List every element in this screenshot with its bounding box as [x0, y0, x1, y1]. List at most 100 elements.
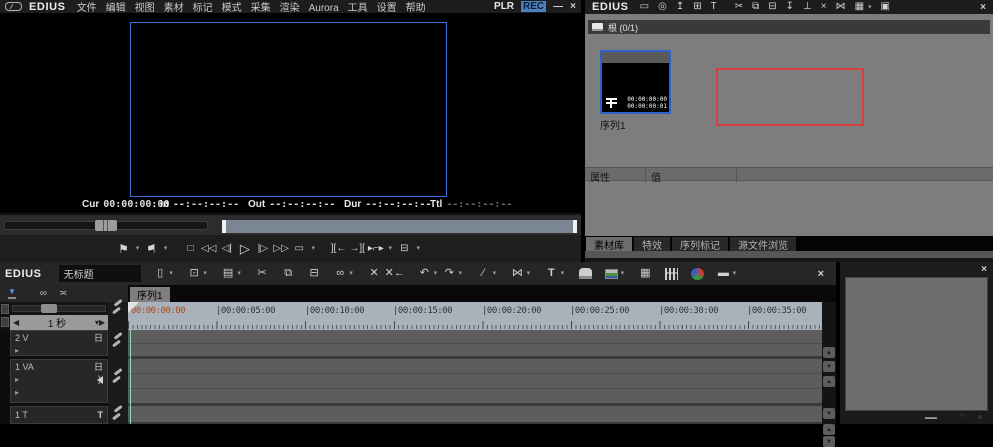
- cut-icon[interactable]: ✂: [735, 2, 743, 12]
- goto-in-button[interactable]: ][←: [331, 240, 347, 258]
- dropdown-caret[interactable]: ▾: [868, 4, 872, 11]
- playhead-line[interactable]: [130, 330, 131, 424]
- sync-lock-icon[interactable]: [112, 376, 121, 384]
- tab-bin[interactable]: 素材库: [586, 237, 632, 251]
- razor-icon[interactable]: ∕: [477, 265, 490, 283]
- sequence-tab[interactable]: 序列1: [130, 287, 170, 302]
- dropdown-caret[interactable]: ▾: [348, 265, 355, 283]
- track-scroll-button[interactable]: ▼: [823, 408, 835, 419]
- video-track-icon[interactable]: 日: [94, 331, 103, 344]
- bin-folder-header[interactable]: 根 (0/1): [588, 20, 990, 34]
- rewind-button[interactable]: ◁◁: [201, 240, 216, 258]
- close-button[interactable]: ×: [570, 1, 576, 12]
- link-icon[interactable]: ⋈: [836, 2, 846, 12]
- export-icon[interactable]: [605, 269, 618, 279]
- view-grid-icon[interactable]: ▦: [855, 2, 864, 12]
- expand-icon[interactable]: ▸: [15, 346, 19, 355]
- audio-icon[interactable]: [97, 376, 103, 384]
- property-column-header[interactable]: 属性: [590, 169, 610, 184]
- track-lane-1va[interactable]: [128, 359, 822, 403]
- prev-frame-button[interactable]: ◁|: [219, 240, 234, 258]
- track-header-1va[interactable]: 1 VA 日 ▸ ▸: [10, 359, 108, 403]
- delete-icon[interactable]: ×: [821, 2, 827, 12]
- dropdown-caret[interactable]: ▾: [134, 240, 141, 258]
- timeline-zoom-slider[interactable]: [12, 305, 106, 312]
- color-correction-icon[interactable]: [691, 268, 704, 280]
- video-track-icon[interactable]: 日: [94, 360, 103, 373]
- dropdown-caret[interactable]: ▾: [559, 265, 566, 283]
- dropdown-caret[interactable]: ▾: [310, 240, 317, 258]
- dropdown-caret[interactable]: ▾: [619, 265, 626, 283]
- sync-lock-icon[interactable]: [112, 413, 121, 421]
- minimize-button[interactable]: —: [553, 1, 563, 12]
- burn-disc-icon[interactable]: ▦: [639, 265, 652, 283]
- dropdown-caret[interactable]: ▾: [202, 265, 209, 283]
- plr-mode-button[interactable]: PLR: [494, 1, 514, 12]
- tab-effects[interactable]: 特效: [634, 237, 670, 251]
- sync-lock-icon[interactable]: [112, 340, 121, 348]
- folder-icon[interactable]: ▭: [640, 2, 649, 12]
- dropdown-caret[interactable]: ▾: [415, 240, 422, 258]
- track-collapse-button[interactable]: [1, 304, 9, 314]
- snap-mode-icon[interactable]: ≍: [59, 289, 67, 299]
- scale-right-arrow-icon[interactable]: ▶: [99, 318, 105, 327]
- monitor-mode-icon[interactable]: ▬: [717, 265, 730, 283]
- expand-icon[interactable]: ▸: [15, 388, 19, 397]
- save-project-icon[interactable]: ▤: [222, 265, 235, 283]
- add-transition-icon[interactable]: ∞: [334, 265, 347, 283]
- shuttle-slider[interactable]: [4, 221, 208, 230]
- search-icon[interactable]: ◎: [658, 2, 667, 12]
- resize-handle[interactable]: ▬▬: [925, 415, 937, 421]
- open-project-icon[interactable]: ⊡: [188, 265, 201, 283]
- dropdown-caret[interactable]: ▾: [491, 265, 498, 283]
- copy-icon[interactable]: ⧉: [282, 265, 295, 283]
- track-header-1t[interactable]: 1 T T: [10, 406, 108, 424]
- track-scroll-button[interactable]: ▼: [823, 436, 835, 447]
- close-icon[interactable]: ×: [818, 268, 824, 280]
- timeline-zoom-handle[interactable]: [41, 304, 57, 313]
- track-lane-1t[interactable]: [128, 406, 822, 422]
- delete-in-out-icon[interactable]: ✕←: [385, 265, 405, 283]
- fast-forward-button[interactable]: ▷▷: [273, 240, 288, 258]
- redo-icon[interactable]: ↷: [443, 265, 456, 283]
- playhead-marker[interactable]: [128, 302, 139, 313]
- cut-icon[interactable]: ✂: [256, 265, 269, 283]
- time-scale-selector[interactable]: ◀ 1 秒 ▾ ▶: [10, 315, 108, 330]
- dropdown-caret[interactable]: ▾: [236, 265, 243, 283]
- track-collapse-button[interactable]: [1, 317, 9, 327]
- position-bar[interactable]: [222, 220, 577, 233]
- next-frame-button[interactable]: |▷: [255, 240, 270, 258]
- tab-source-browser[interactable]: 源文件浏览: [730, 237, 796, 251]
- pin-down-icon[interactable]: ↧: [786, 2, 794, 12]
- voiceover-mic-icon[interactable]: [579, 268, 592, 279]
- sequence-clip-thumbnail[interactable]: 00:00:00:0000:00:00:01: [600, 50, 671, 114]
- dropdown-caret[interactable]: ▾: [457, 265, 464, 283]
- stop-button[interactable]: □: [183, 240, 198, 258]
- dropdown-caret[interactable]: ▾: [387, 240, 394, 258]
- trim-mode-icon[interactable]: ⋈: [511, 265, 524, 283]
- paste-icon[interactable]: ⊟: [768, 2, 776, 12]
- ripple-delete-icon[interactable]: ✕: [368, 265, 381, 283]
- dropdown-caret[interactable]: ▾: [731, 265, 738, 283]
- export-frame-button[interactable]: ⊟: [397, 240, 412, 258]
- track-scroll-button[interactable]: ▲: [823, 347, 835, 358]
- timeline-tracks-area[interactable]: [128, 330, 822, 424]
- shuttle-handle[interactable]: [95, 220, 117, 231]
- ripple-mode-icon[interactable]: ∞: [40, 289, 47, 299]
- toolbox-icon[interactable]: ▣: [881, 2, 890, 12]
- undo-icon[interactable]: ↶: [418, 265, 431, 283]
- up-level-icon[interactable]: ↥: [676, 2, 684, 12]
- insert-overwrite-mode-icon[interactable]: ▼: [8, 288, 16, 299]
- loop-button[interactable]: ▭: [292, 240, 307, 258]
- track-scroll-button[interactable]: ▲: [823, 376, 835, 387]
- track-scroll-button[interactable]: ▲: [823, 424, 835, 435]
- dropdown-caret[interactable]: ▾: [525, 265, 532, 283]
- play-around-cursor-button[interactable]: ▸⌐▸: [368, 240, 384, 258]
- dropdown-caret[interactable]: ▾: [162, 240, 169, 258]
- dropdown-caret[interactable]: ▾: [432, 265, 439, 283]
- play-button[interactable]: ▷: [237, 240, 252, 258]
- tab-sequence-marks[interactable]: 序列标记: [672, 237, 728, 251]
- add-clip-icon[interactable]: ⊞: [693, 2, 701, 12]
- set-out-flag-button[interactable]: ⚑: [144, 240, 159, 258]
- title-icon[interactable]: T: [545, 265, 558, 283]
